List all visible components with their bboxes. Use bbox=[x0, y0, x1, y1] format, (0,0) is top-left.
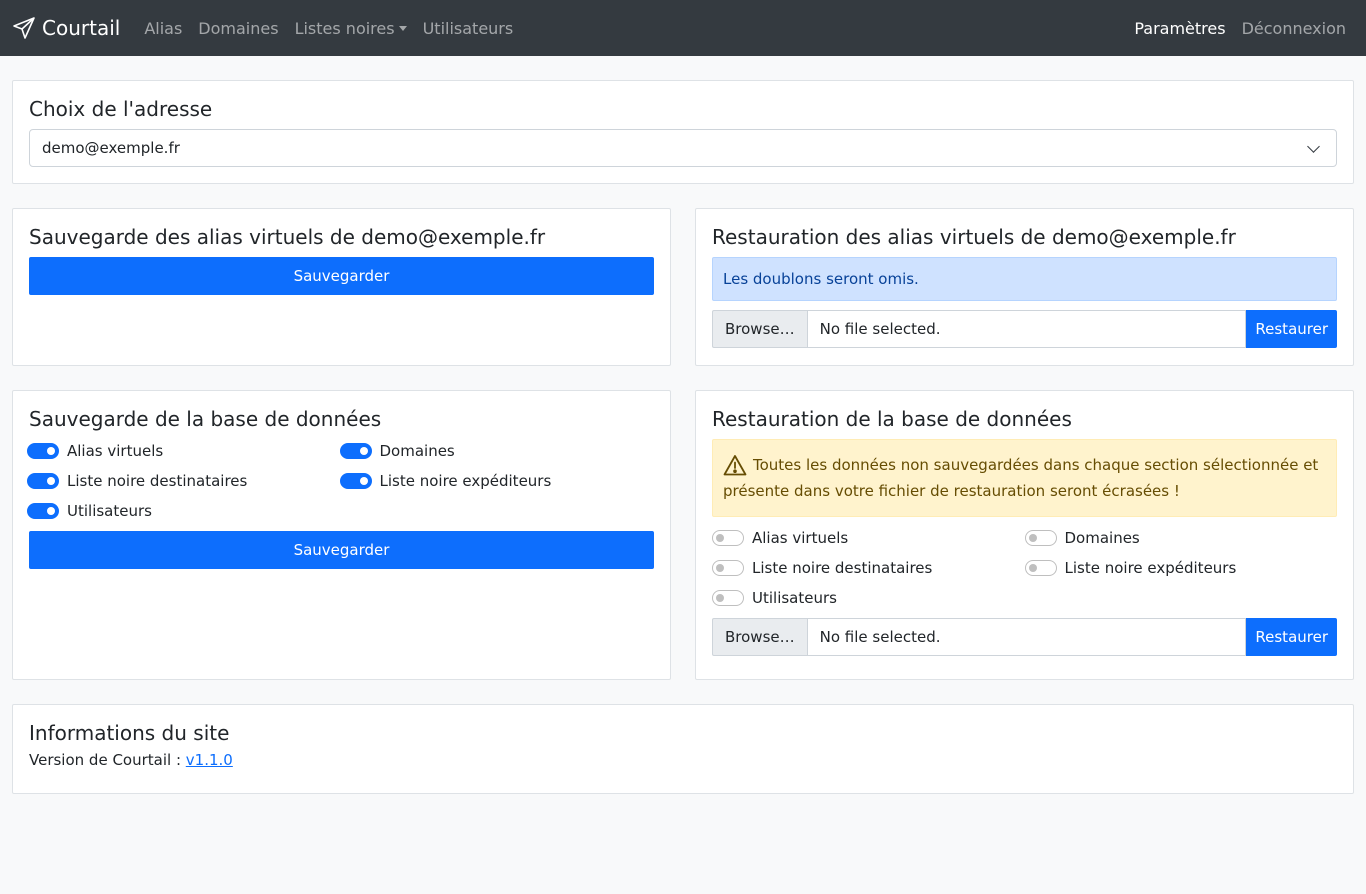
alias-backup-card: Sauvegarde des alias virtuels de demo@ex… bbox=[12, 208, 671, 366]
toggle-switch[interactable] bbox=[1024, 529, 1057, 546]
database-row: Sauvegarde de la base de données Alias v… bbox=[12, 390, 1354, 680]
nav-domaines[interactable]: Domaines bbox=[190, 11, 286, 46]
restore-switch-users[interactable]: Utilisateurs bbox=[712, 586, 1025, 609]
nav-alias[interactable]: Alias bbox=[136, 11, 190, 46]
alias-row: Sauvegarde des alias virtuels de demo@ex… bbox=[12, 208, 1354, 366]
toggle-switch[interactable] bbox=[712, 589, 744, 606]
toggle-switch[interactable] bbox=[27, 472, 59, 489]
db-file-input-group: Browse… No file selected. Restaurer bbox=[712, 618, 1337, 656]
warning-triangle-icon bbox=[723, 455, 747, 476]
db-file-field[interactable]: No file selected. bbox=[806, 618, 1247, 656]
backup-switch-senders[interactable]: Liste noire expéditeurs bbox=[339, 469, 655, 492]
switch-label: Liste noire destinataires bbox=[752, 558, 933, 577]
overwrite-warning-alert: Toutes les données non sauvegardées dans… bbox=[712, 439, 1337, 517]
address-choice-title: Choix de l'adresse bbox=[29, 97, 213, 121]
brand-link[interactable]: Courtail bbox=[12, 16, 120, 40]
backup-switch-domaines[interactable]: Domaines bbox=[339, 439, 655, 462]
address-select-value: demo@exemple.fr bbox=[42, 139, 180, 157]
db-restore-title: Restauration de la base de données bbox=[712, 407, 1072, 431]
nav-listes-noires-label: Listes noires bbox=[294, 18, 395, 38]
restore-switch-recipients[interactable]: Liste noire destinataires bbox=[712, 556, 1025, 579]
nav-right: Paramètres Déconnexion bbox=[1126, 11, 1354, 46]
version-line: Version de Courtail : v1.1.0 bbox=[29, 751, 1337, 769]
restore-switch-domaines[interactable]: Domaines bbox=[1024, 526, 1338, 549]
nav-parametres[interactable]: Paramètres bbox=[1126, 11, 1233, 46]
nav-listes-noires-dropdown[interactable]: Listes noires bbox=[287, 11, 415, 46]
toggle-switch[interactable] bbox=[712, 559, 744, 576]
paper-plane-icon bbox=[13, 17, 35, 39]
site-info-card: Informations du site Version de Courtail… bbox=[12, 704, 1354, 794]
caret-down-icon bbox=[398, 25, 407, 31]
alias-restore-button[interactable]: Restaurer bbox=[1246, 310, 1337, 348]
switch-label: Liste noire destinataires bbox=[67, 471, 248, 490]
alias-file-field[interactable]: No file selected. bbox=[806, 310, 1247, 348]
alias-backup-title: Sauvegarde des alias virtuels de demo@ex… bbox=[29, 225, 546, 249]
backup-switch-users[interactable]: Utilisateurs bbox=[27, 499, 342, 522]
alias-restore-card: Restauration des alias virtuels de demo@… bbox=[695, 208, 1354, 366]
restore-switch-alias[interactable]: Alias virtuels bbox=[712, 526, 1025, 549]
address-select[interactable]: demo@exemple.fr bbox=[29, 129, 1337, 167]
main-container: Choix de l'adresse demo@exemple.fr Sauve… bbox=[0, 56, 1366, 794]
alias-backup-button[interactable]: Sauvegarder bbox=[29, 257, 654, 295]
db-restore-card: Restauration de la base de données Toute… bbox=[695, 390, 1354, 680]
nav-deconnexion[interactable]: Déconnexion bbox=[1234, 11, 1354, 46]
version-label: Version de Courtail : bbox=[29, 751, 181, 769]
toggle-switch[interactable] bbox=[339, 472, 372, 489]
backup-switch-recipients[interactable]: Liste noire destinataires bbox=[27, 469, 342, 492]
db-browse-button[interactable]: Browse… bbox=[712, 618, 807, 656]
switch-label: Domaines bbox=[1064, 528, 1140, 547]
duplicates-info-alert: Les doublons seront omis. bbox=[712, 257, 1337, 301]
switch-label: Liste noire expéditeurs bbox=[379, 471, 552, 490]
switch-label: Utilisateurs bbox=[752, 588, 837, 607]
db-restore-button[interactable]: Restaurer bbox=[1246, 618, 1337, 656]
db-restore-switches: Alias virtuels Domaines Liste noire dest… bbox=[712, 526, 1337, 609]
nav-utilisateurs[interactable]: Utilisateurs bbox=[415, 11, 522, 46]
db-backup-switches: Alias virtuels Domaines Liste noire dest… bbox=[27, 439, 655, 522]
alias-file-input-group: Browse… No file selected. Restaurer bbox=[712, 310, 1337, 348]
toggle-switch[interactable] bbox=[1024, 559, 1057, 576]
db-backup-title: Sauvegarde de la base de données bbox=[29, 407, 382, 431]
switch-label: Utilisateurs bbox=[67, 501, 152, 520]
db-backup-card: Sauvegarde de la base de données Alias v… bbox=[12, 390, 671, 680]
restore-switch-senders[interactable]: Liste noire expéditeurs bbox=[1024, 556, 1338, 579]
chevron-down-icon bbox=[1307, 139, 1320, 153]
switch-label: Alias virtuels bbox=[752, 528, 849, 547]
alias-restore-title: Restauration des alias virtuels de demo@… bbox=[712, 225, 1236, 249]
nav-left: Courtail Alias Domaines Listes noires Ut… bbox=[12, 11, 521, 46]
version-link[interactable]: v1.1.0 bbox=[186, 751, 233, 769]
top-navbar: Courtail Alias Domaines Listes noires Ut… bbox=[0, 0, 1366, 56]
switch-label: Alias virtuels bbox=[67, 441, 164, 460]
toggle-switch[interactable] bbox=[712, 529, 744, 546]
toggle-switch[interactable] bbox=[27, 442, 59, 459]
toggle-switch[interactable] bbox=[339, 442, 372, 459]
alias-browse-button[interactable]: Browse… bbox=[712, 310, 807, 348]
switch-label: Liste noire expéditeurs bbox=[1064, 558, 1237, 577]
toggle-switch[interactable] bbox=[27, 502, 59, 519]
db-backup-button[interactable]: Sauvegarder bbox=[29, 531, 654, 569]
backup-switch-alias[interactable]: Alias virtuels bbox=[27, 439, 342, 462]
warning-text: Toutes les données non sauvegardées dans… bbox=[723, 456, 1319, 500]
brand-name: Courtail bbox=[42, 16, 121, 40]
address-choice-card: Choix de l'adresse demo@exemple.fr bbox=[12, 80, 1354, 184]
site-info-title: Informations du site bbox=[29, 721, 230, 745]
switch-label: Domaines bbox=[379, 441, 455, 460]
